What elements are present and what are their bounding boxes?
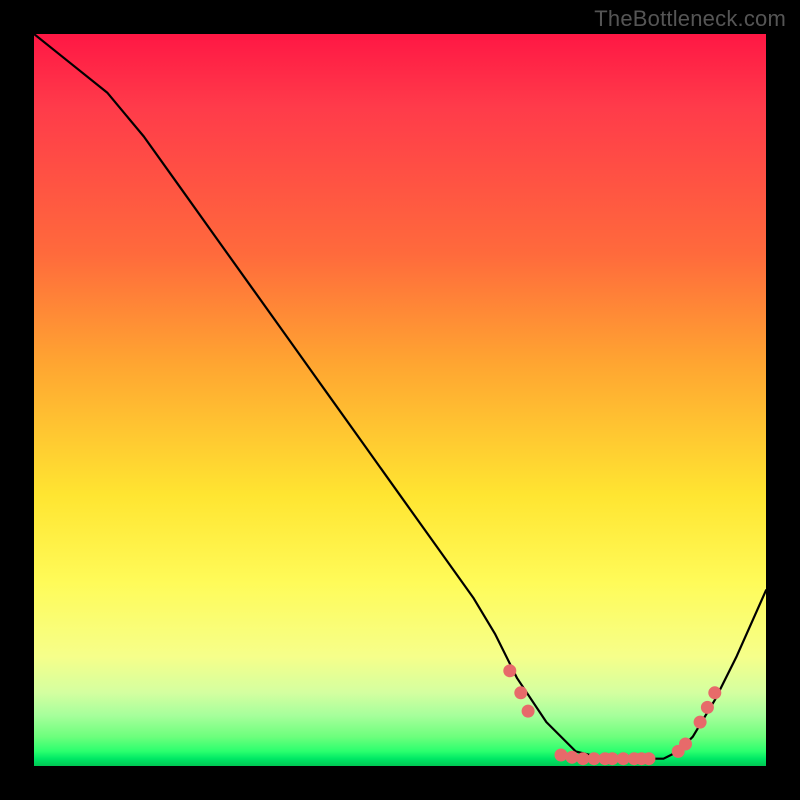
bottleneck-curve	[34, 34, 766, 759]
curve-marker	[708, 686, 721, 699]
curve-marker	[679, 738, 692, 751]
curve-marker	[701, 701, 714, 714]
curve-marker	[694, 716, 707, 729]
curve-markers	[503, 664, 721, 765]
curve-marker	[566, 751, 579, 764]
watermark-text: TheBottleneck.com	[594, 6, 786, 32]
curve-marker	[642, 752, 655, 765]
curve-marker	[555, 749, 568, 762]
curve-marker	[522, 705, 535, 718]
curve-marker	[514, 686, 527, 699]
curve-marker	[503, 664, 516, 677]
bottleneck-curve-svg	[34, 34, 766, 766]
plot-area	[34, 34, 766, 766]
chart-frame: TheBottleneck.com	[0, 0, 800, 800]
